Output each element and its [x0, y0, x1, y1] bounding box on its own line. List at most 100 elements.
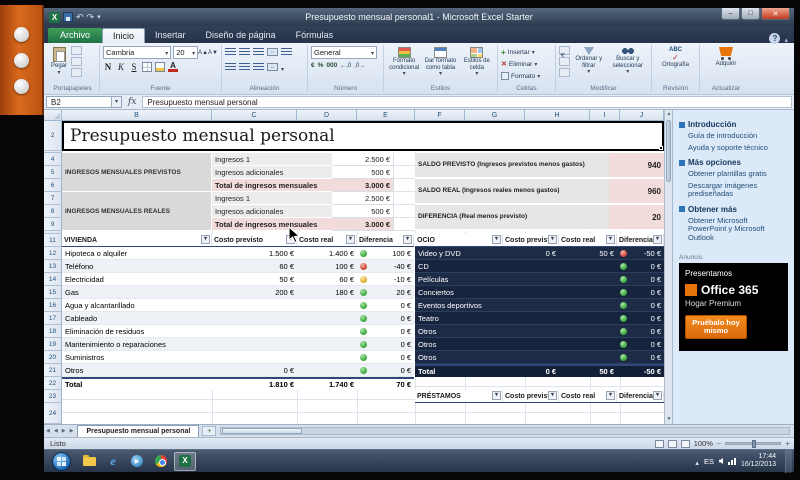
- table-row[interactable]: Teatro 0 €: [415, 312, 664, 325]
- cell[interactable]: 0 €: [617, 353, 664, 362]
- cut-icon[interactable]: [71, 46, 82, 55]
- save-icon[interactable]: [63, 12, 73, 22]
- taskbar-icon-excel[interactable]: X: [174, 452, 196, 471]
- filter-icon[interactable]: [492, 235, 501, 244]
- align-center-icon[interactable]: [239, 63, 250, 71]
- row-header[interactable]: 22: [44, 377, 62, 390]
- cell[interactable]: 0 €: [617, 301, 664, 310]
- cell[interactable]: SALDO PREVISTO (Ingresos previstos menos…: [415, 153, 609, 179]
- cell[interactable]: 0 €: [357, 301, 414, 310]
- tab-inicio[interactable]: Inicio: [102, 28, 145, 43]
- format-cells-button[interactable]: Formato: [501, 70, 552, 82]
- conditional-formatting-button[interactable]: Formato condicional: [387, 46, 421, 78]
- acquire-button[interactable]: Adquirir: [703, 46, 749, 69]
- sheet-cells[interactable]: Presupuesto mensual personal INGRESOS ME…: [62, 121, 664, 424]
- cell-styles-button[interactable]: Estilos de celda: [460, 46, 494, 78]
- cell[interactable]: 500 €: [332, 205, 394, 218]
- filter-icon[interactable]: [548, 235, 557, 244]
- cell[interactable]: -50 €: [617, 249, 664, 258]
- delete-cells-button[interactable]: Eliminar: [501, 58, 552, 70]
- filter-icon[interactable]: [403, 235, 412, 244]
- cell[interactable]: Ingresos adicionales: [212, 205, 332, 218]
- collapse-ribbon-icon[interactable]: [784, 29, 788, 47]
- cell[interactable]: 70 €: [357, 380, 414, 389]
- table-row[interactable]: Cableado 0 €: [62, 312, 414, 325]
- cell[interactable]: SALDO REAL (Ingresos reales menos gastos…: [415, 179, 609, 205]
- cell[interactable]: 0 €: [357, 353, 414, 362]
- taskbar-icon-media-player[interactable]: [126, 452, 148, 471]
- cell[interactable]: 1.500 €: [212, 249, 297, 258]
- cell[interactable]: 0 €: [617, 275, 664, 284]
- cell[interactable]: Ingresos adicionales: [212, 166, 332, 179]
- row-header[interactable]: 7: [44, 192, 62, 205]
- taskpane-link[interactable]: Obtener Microsoft PowerPoint y Microsoft…: [688, 217, 788, 243]
- row-header[interactable]: 11: [44, 234, 62, 247]
- taskbar-icon-ie[interactable]: [102, 452, 124, 471]
- column-header[interactable]: J: [620, 110, 664, 121]
- row-header[interactable]: 13: [44, 260, 62, 273]
- cell[interactable]: -40 €: [357, 262, 414, 271]
- cell[interactable]: 50 €: [212, 275, 297, 284]
- table-row[interactable]: Otros 0 €: [415, 338, 664, 351]
- underline-button[interactable]: S: [129, 62, 139, 72]
- table-total-row[interactable]: Total 1.810 € 1.740 € 70 €: [62, 377, 414, 390]
- cell[interactable]: Otros: [415, 327, 503, 336]
- format-painter-icon[interactable]: [71, 68, 82, 77]
- table-row[interactable]: Mantenimiento o reparaciones 0 €: [62, 338, 414, 351]
- row-header[interactable]: 9: [44, 218, 62, 231]
- prev-sheet-icon[interactable]: ◀: [52, 428, 60, 434]
- cell[interactable]: 200 €: [212, 288, 297, 297]
- chevron-down-icon[interactable]: [112, 96, 122, 108]
- cell[interactable]: Otros: [415, 340, 503, 349]
- row-header[interactable]: 24: [44, 403, 62, 424]
- cell[interactable]: 2.500 €: [332, 192, 394, 205]
- cell[interactable]: 0 €: [617, 327, 664, 336]
- vertical-scrollbar[interactable]: [664, 110, 672, 424]
- table-total-row[interactable]: Total 0 € 50 € -50 €: [415, 364, 664, 377]
- scrollbar-thumb[interactable]: [666, 120, 671, 182]
- table-header-cell[interactable]: Diferencia: [357, 234, 414, 246]
- normal-view-icon[interactable]: [655, 440, 664, 448]
- cell[interactable]: -10 €: [357, 275, 414, 284]
- cell[interactable]: 0 €: [357, 314, 414, 323]
- table-row[interactable]: Video y DVD 0 € 50 € -50 €: [415, 247, 664, 260]
- cell[interactable]: 0 €: [212, 366, 297, 375]
- select-all-corner[interactable]: [44, 110, 62, 121]
- help-icon[interactable]: ?: [769, 33, 780, 44]
- column-header[interactable]: I: [590, 110, 620, 121]
- cell[interactable]: Total de ingresos mensuales: [212, 179, 332, 192]
- cell[interactable]: Mantenimiento o reparaciones: [62, 340, 212, 349]
- cell[interactable]: Total de ingresos mensuales: [212, 218, 332, 231]
- align-top-icon[interactable]: [225, 48, 236, 56]
- row-header[interactable]: 2: [44, 121, 62, 151]
- row-header[interactable]: 18: [44, 325, 62, 338]
- row-header[interactable]: 15: [44, 286, 62, 299]
- table-header-cell[interactable]: Diferencia: [617, 390, 664, 402]
- maximize-button[interactable]: [741, 8, 760, 20]
- office365-ad[interactable]: Presentamos Office 365 Hogar Premium Pru…: [679, 263, 788, 351]
- filter-icon[interactable]: [606, 391, 615, 400]
- cell[interactable]: Eventos deportivos: [415, 301, 503, 310]
- cell[interactable]: 100 €: [297, 262, 357, 271]
- table-header-cell[interactable]: Costo previsto: [503, 234, 559, 246]
- cell[interactable]: Películas: [415, 275, 503, 284]
- increase-decimal-icon[interactable]: ←,0: [340, 63, 351, 69]
- cell[interactable]: 50 €: [559, 367, 617, 376]
- merge-center-icon[interactable]: [267, 63, 278, 71]
- start-button[interactable]: [52, 452, 71, 471]
- cell[interactable]: Agua y alcantarillado: [62, 301, 212, 310]
- table-header-cell[interactable]: VIVIENDA: [62, 234, 212, 246]
- table-row[interactable]: Gas 200 € 180 € 20 €: [62, 286, 414, 299]
- page-layout-view-icon[interactable]: [668, 440, 677, 448]
- clear-icon[interactable]: [559, 68, 570, 77]
- table-row[interactable]: Eliminación de residuos 0 €: [62, 325, 414, 338]
- fill-handle[interactable]: [659, 146, 663, 150]
- row-header[interactable]: 12: [44, 247, 62, 260]
- name-box[interactable]: B2: [46, 96, 112, 108]
- column-header[interactable]: B: [62, 110, 212, 121]
- table-row[interactable]: Teléfono 60 € 100 € -40 €: [62, 260, 414, 273]
- cell[interactable]: 0 €: [617, 288, 664, 297]
- cell[interactable]: Hipoteca o alquiler: [62, 249, 212, 258]
- cell[interactable]: 3.000 €: [332, 179, 394, 192]
- cell[interactable]: 940: [609, 153, 664, 179]
